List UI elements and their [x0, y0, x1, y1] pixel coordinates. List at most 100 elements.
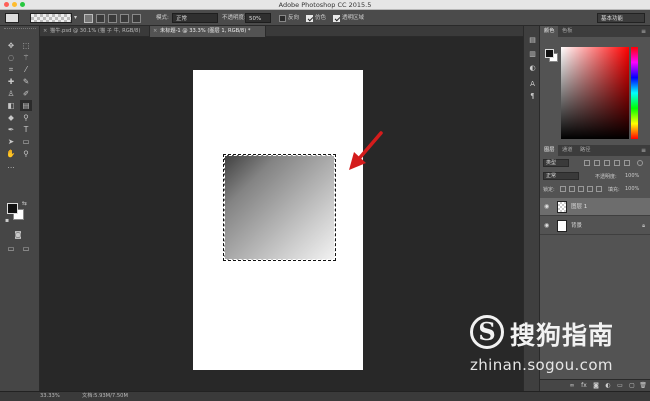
eyedropper-icon[interactable]: ⁄ — [20, 64, 32, 75]
brush-icon[interactable]: ✎ — [20, 76, 32, 87]
eraser-icon[interactable]: ◧ — [5, 100, 17, 111]
linear-gradient-button[interactable] — [84, 13, 93, 23]
layer-name[interactable]: 背景 — [571, 217, 582, 235]
type-icon[interactable]: T — [20, 124, 32, 135]
layer-thumbnail — [557, 220, 567, 232]
pen-icon[interactable]: ✒ — [5, 124, 17, 135]
hand-icon[interactable]: ✋ — [5, 148, 17, 159]
tool-preset-picker[interactable] — [5, 13, 19, 23]
tab-layers[interactable]: 图层 — [540, 145, 559, 156]
opacity-label: 不透明度: — [222, 15, 246, 21]
transparency-checkbox[interactable]: 透明区域 — [333, 13, 364, 23]
diamond-gradient-button[interactable] — [132, 13, 141, 23]
fill-value[interactable]: 100% — [625, 186, 639, 192]
filter-pixel-icon[interactable] — [584, 160, 590, 166]
tab-document-1[interactable]: × 猫牛.psd @ 30.1% (猫 子 牛, RGB/8) — [40, 26, 150, 37]
panel-menu-icon[interactable]: ≡ — [641, 26, 646, 37]
panel-menu-icon[interactable]: ≡ — [641, 145, 646, 156]
workspace-select[interactable]: 基本功能 — [597, 13, 645, 23]
properties-panel-icon[interactable]: ▥ — [528, 50, 537, 59]
layer-filter-row: 类型 — [540, 158, 650, 168]
adjustments-panel-icon[interactable]: ◐ — [528, 64, 537, 73]
tab-color[interactable]: 颜色 — [540, 26, 559, 37]
filter-smart-object-icon[interactable] — [624, 160, 630, 166]
more-tools-icon[interactable]: ⋯ — [5, 162, 17, 173]
tab-paths[interactable]: 路径 — [576, 145, 594, 156]
chevron-down-icon[interactable]: ▾ — [74, 13, 80, 23]
document-size-info: 文档:5.93M/7.50M — [82, 393, 128, 399]
marquee-icon[interactable]: ⬚ — [20, 40, 32, 51]
history-panel-icon[interactable]: ▤ — [528, 36, 537, 45]
paragraph-panel-icon[interactable]: ¶ — [528, 92, 537, 101]
magic-wand-icon[interactable]: ⚚ — [20, 52, 32, 63]
blur-icon[interactable]: ◆ — [5, 112, 17, 123]
gradient-icon[interactable]: ▤ — [20, 100, 32, 111]
panel-grip[interactable] — [4, 28, 36, 32]
healing-icon[interactable]: ✚ — [5, 76, 17, 87]
reverse-label: 反向 — [288, 15, 300, 21]
zoom-icon[interactable]: ⚲ — [20, 148, 32, 159]
dodge-icon[interactable]: ⚲ — [20, 112, 32, 123]
color-panel-foreground-swatch[interactable] — [545, 49, 554, 58]
blend-mode-select[interactable]: 正常 — [543, 172, 579, 180]
filter-adjustment-icon[interactable] — [594, 160, 600, 166]
angle-gradient-button[interactable] — [108, 13, 117, 23]
lock-position-icon[interactable] — [578, 186, 584, 192]
dither-checkbox[interactable]: 仿色 — [306, 13, 326, 23]
crop-icon[interactable]: ⌗ — [5, 64, 17, 75]
quick-mask-icon[interactable]: ◙ — [12, 229, 24, 240]
transparency-label: 透明区域 — [342, 15, 365, 21]
blend-opacity-row: 正常 不透明度: 100% — [540, 171, 650, 181]
rectangle-icon[interactable]: ▭ — [20, 136, 32, 147]
lock-artboard-icon[interactable] — [587, 186, 593, 192]
tab-label: 未标题-1 @ 33.3% (图层 1, RGB/8) * — [160, 28, 251, 34]
color-spectrum-picker[interactable] — [561, 47, 629, 139]
fill-label: 填充: — [608, 187, 620, 193]
stamp-icon[interactable]: ♙ — [5, 88, 17, 99]
history-brush-icon[interactable]: ✐ — [20, 88, 32, 99]
watermark-url: zhinan.sogou.com — [470, 356, 613, 374]
tab-swatches[interactable]: 色板 — [558, 26, 576, 37]
tab-document-2[interactable]: × 未标题-1 @ 33.3% (图层 1, RGB/8) * — [150, 26, 266, 37]
layer-name[interactable]: 图层 1 — [571, 198, 587, 216]
lock-image-icon[interactable] — [569, 186, 575, 192]
filter-shape-icon[interactable] — [614, 160, 620, 166]
gradient-selection[interactable] — [223, 154, 336, 261]
close-icon[interactable]: × — [43, 26, 47, 37]
gradient-picker[interactable] — [30, 13, 72, 23]
document-canvas[interactable] — [193, 70, 363, 370]
default-colors-icon[interactable]: ▪ — [5, 217, 9, 224]
eye-icon[interactable]: ◉ — [544, 198, 549, 216]
foreground-color-swatch[interactable] — [7, 203, 18, 214]
filter-type-icon[interactable] — [604, 160, 610, 166]
close-icon[interactable]: × — [153, 26, 157, 37]
filter-kind-select[interactable]: 类型 — [543, 159, 569, 167]
character-panel-icon[interactable]: A — [528, 80, 537, 89]
lock-fill-row: 锁定: 填充: 100% — [540, 184, 650, 194]
hue-slider[interactable] — [631, 47, 638, 139]
chevron-right-icon[interactable]: › — [126, 392, 128, 401]
layer-row-background[interactable]: ◉ 背景 🔒︎ — [540, 217, 650, 235]
layer-opacity-value[interactable]: 100% — [625, 173, 639, 179]
eye-icon[interactable]: ◉ — [544, 217, 549, 235]
lasso-icon[interactable]: ◌ — [5, 52, 17, 63]
zoom-level[interactable]: 33.33% — [40, 392, 60, 401]
canvas-area[interactable] — [40, 37, 523, 391]
filter-toggle-icon[interactable] — [637, 160, 643, 166]
mode-select[interactable]: 正常 — [172, 13, 218, 23]
app-title: Adobe Photoshop CC 2015.5 — [278, 1, 372, 9]
layer-row-layer-1[interactable]: ◉ 图层 1 — [540, 198, 650, 216]
move-icon[interactable]: ✥ — [5, 40, 17, 51]
screen-mode-icon[interactable]: ▭ — [5, 243, 17, 254]
reverse-checkbox[interactable]: 反向 — [279, 13, 299, 23]
lock-transparent-icon[interactable] — [560, 186, 566, 192]
artboard-icon[interactable]: ▭ — [20, 243, 32, 254]
reflected-gradient-button[interactable] — [120, 13, 129, 23]
lock-all-icon[interactable] — [596, 186, 602, 192]
swap-colors-icon[interactable]: ⇆ — [22, 200, 27, 207]
tab-channels[interactable]: 通道 — [558, 145, 576, 156]
radial-gradient-button[interactable] — [96, 13, 105, 23]
opacity-input[interactable]: 50% — [245, 13, 271, 23]
checkbox-box — [279, 14, 286, 22]
path-select-icon[interactable]: ➤ — [5, 136, 17, 147]
